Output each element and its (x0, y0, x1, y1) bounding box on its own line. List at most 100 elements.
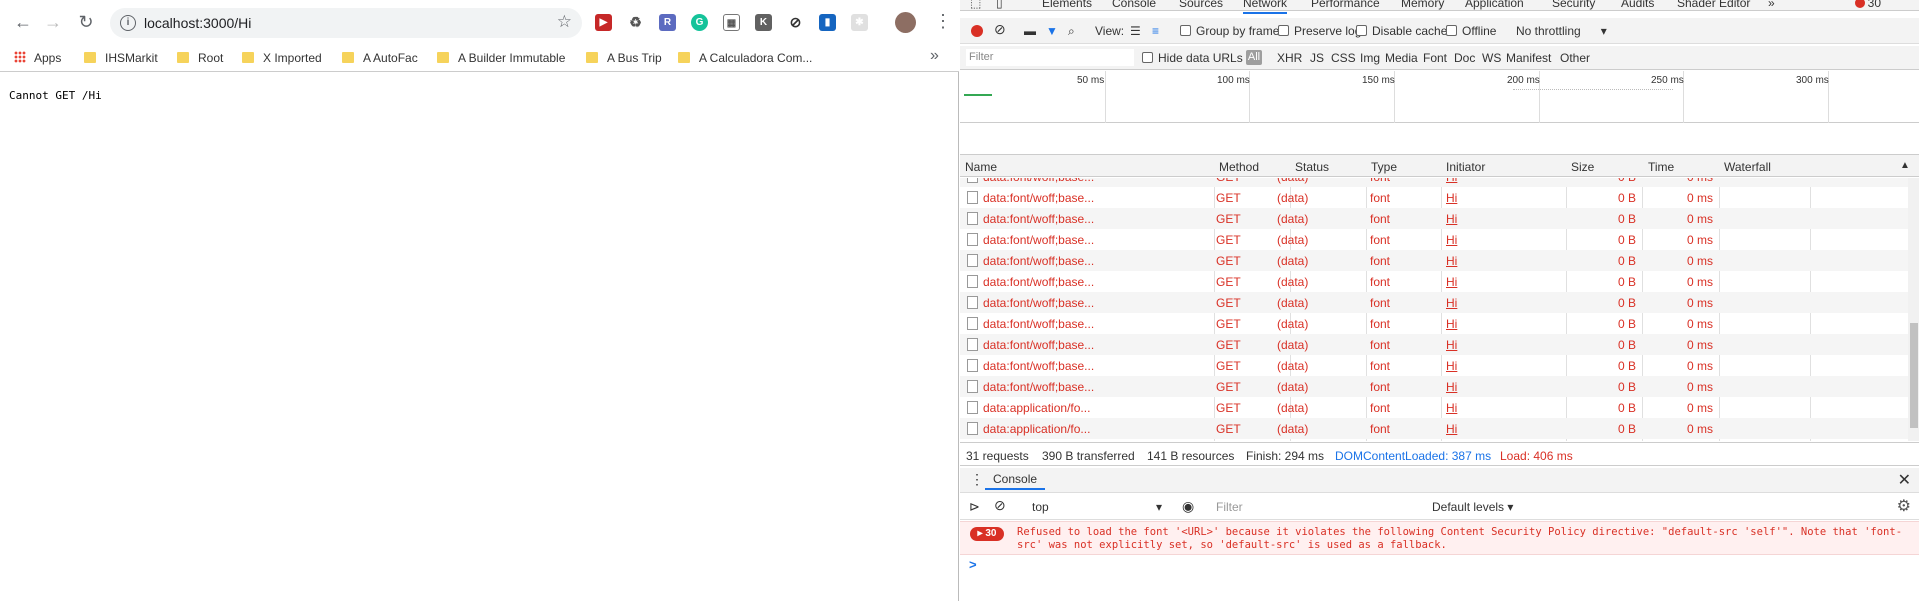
tab-memory[interactable]: Memory (1401, 0, 1444, 10)
eye-icon[interactable]: ◉ (1182, 498, 1194, 515)
reload-icon[interactable]: ↻ (76, 12, 96, 32)
record-icon[interactable] (971, 25, 983, 37)
filter-type-xhr[interactable]: XHR (1277, 51, 1302, 65)
table-row[interactable]: data:font/woff;base... GET (data) font Hi 0 B… (960, 187, 1908, 208)
network-overview[interactable]: 50 ms 100 ms 150 ms 200 ms 250 ms 300 ms (960, 71, 1919, 123)
row-initiator[interactable]: Hi (1446, 233, 1457, 247)
back-icon[interactable]: ← (13, 12, 33, 32)
extension-book-icon[interactable]: ▮ (819, 14, 836, 31)
clear-icon[interactable]: ⊘ (994, 21, 1006, 38)
row-initiator[interactable]: Hi (1446, 338, 1457, 352)
more-tabs-icon[interactable]: » (1768, 0, 1775, 10)
overview-icon[interactable]: ≡ (1152, 24, 1159, 38)
sidebar-toggle-icon[interactable]: ⊳ (969, 499, 980, 515)
bookmark-apps[interactable]: Apps (14, 49, 61, 67)
tab-application[interactable]: Application (1465, 0, 1524, 10)
filter-type-doc[interactable]: Doc (1454, 51, 1475, 65)
filter-type-other[interactable]: Other (1560, 51, 1590, 65)
tab-console[interactable]: Console (1112, 0, 1156, 10)
camera-icon[interactable]: ▬ (1024, 24, 1036, 38)
url-text[interactable]: localhost:3000/Hi (144, 15, 251, 31)
hide-data-urls-checkbox[interactable]: Hide data URLs (1142, 51, 1243, 65)
row-initiator[interactable]: Hi (1446, 191, 1457, 205)
preserve-log-checkbox[interactable]: Preserve log (1278, 24, 1361, 38)
tab-sources[interactable]: Sources (1179, 0, 1223, 10)
bookmark-bus-trip[interactable]: A Bus Trip (586, 49, 662, 67)
table-row[interactable]: data:application/fo... GET (data) font Hi 0 B… (960, 397, 1908, 418)
filter-type-js[interactable]: JS (1310, 51, 1324, 65)
device-toolbar-icon[interactable]: ▯ (996, 0, 1003, 10)
requests-scrollbar[interactable] (1908, 178, 1919, 441)
bookmark-ihsmarkit[interactable]: IHSMarkit (84, 49, 158, 67)
sort-ascending-icon[interactable]: ▲ (1900, 160, 1910, 171)
drawer-tab-console[interactable]: Console (985, 472, 1046, 490)
extension-recycle-icon[interactable]: ♻ (627, 14, 644, 31)
column-time[interactable]: Time (1648, 160, 1674, 174)
bookmark-builder-immutable[interactable]: A Builder Immutable (437, 49, 565, 67)
context-select[interactable]: top ▾ (1032, 500, 1162, 514)
row-initiator[interactable]: Hi (1446, 359, 1457, 373)
row-initiator[interactable]: Hi (1446, 254, 1457, 268)
address-bar[interactable]: i localhost:3000/Hi ☆ (110, 8, 582, 38)
tab-performance[interactable]: Performance (1311, 0, 1380, 10)
table-row[interactable]: data:font/woff;base... GET (data) font Hi 0 B… (960, 178, 1908, 187)
console-error-message[interactable]: ▸ 30 Refused to load the font '<URL>' be… (960, 521, 1919, 555)
filter-type-all[interactable]: All (1246, 50, 1262, 65)
row-initiator[interactable]: Hi (1446, 422, 1457, 436)
disable-cache-checkbox[interactable]: Disable cache (1356, 24, 1447, 38)
filter-type-css[interactable]: CSS (1331, 51, 1356, 65)
filter-type-img[interactable]: Img (1360, 51, 1380, 65)
bookmark-autofac[interactable]: A AutoFac (342, 49, 418, 67)
console-filter-input[interactable]: Filter (1212, 499, 1432, 516)
profile-avatar[interactable] (895, 12, 916, 33)
table-row[interactable]: data:font/woff;base... GET (data) font Hi 0 B… (960, 334, 1908, 355)
info-icon[interactable]: i (120, 15, 136, 31)
table-row[interactable]: data:font/woff;base... GET (data) font Hi 0 B… (960, 376, 1908, 397)
extension-block-icon[interactable]: ⊘ (787, 14, 804, 31)
large-rows-icon[interactable]: ☰ (1130, 24, 1141, 38)
filter-funnel-icon[interactable]: ▼ (1046, 24, 1058, 38)
filter-type-ws[interactable]: WS (1482, 51, 1501, 65)
tab-elements[interactable]: Elements (1042, 0, 1092, 10)
extension-icon-red[interactable]: ▶ (595, 14, 612, 31)
extension-grey-icon[interactable]: ✱ (851, 14, 868, 31)
gear-icon[interactable]: ⚙ (1897, 496, 1911, 516)
error-counter[interactable]: 30 (1854, 0, 1881, 10)
table-row[interactable]: data:font/woff;base... GET (data) font Hi 0 B… (960, 355, 1908, 376)
column-method[interactable]: Method (1219, 160, 1259, 174)
log-levels-select[interactable]: Default levels ▾ (1432, 500, 1513, 514)
row-initiator[interactable]: Hi (1446, 317, 1457, 331)
bookmark-x-imported[interactable]: X Imported (242, 49, 322, 67)
scrollbar-thumb[interactable] (1910, 323, 1918, 428)
column-initiator[interactable]: Initiator (1446, 160, 1485, 174)
filter-type-media[interactable]: Media (1385, 51, 1418, 65)
close-icon[interactable]: ✕ (1898, 470, 1911, 490)
extension-hex-icon[interactable]: R (659, 14, 676, 31)
column-waterfall[interactable]: Waterfall (1724, 160, 1771, 174)
table-row[interactable]: data:font/woff;base... GET (data) font Hi 0 B… (960, 271, 1908, 292)
filter-type-font[interactable]: Font (1423, 51, 1447, 65)
row-initiator[interactable]: Hi (1446, 401, 1457, 415)
bookmark-root[interactable]: Root (177, 49, 223, 67)
extension-grid-icon[interactable]: ▦ (723, 14, 740, 31)
requests-table-body[interactable]: data:font/woff;base... GET (data) font Hi 0 B… (960, 178, 1908, 441)
table-row[interactable]: data:application/fo... GET (data) font Hi 0 B… (960, 418, 1908, 439)
column-type[interactable]: Type (1371, 160, 1397, 174)
inspect-icon[interactable]: ⬚ (970, 0, 981, 10)
throttling-select[interactable]: No throttling ▾ (1516, 24, 1607, 38)
group-by-frame-checkbox[interactable]: Group by frame (1180, 24, 1279, 38)
column-status[interactable]: Status (1295, 160, 1329, 174)
column-size[interactable]: Size (1571, 160, 1594, 174)
row-initiator[interactable]: Hi (1446, 296, 1457, 310)
bookmark-star-icon[interactable]: ☆ (557, 12, 572, 32)
console-prompt[interactable]: > (969, 557, 977, 572)
extension-k-icon[interactable]: K (755, 14, 772, 31)
forward-icon[interactable]: → (43, 12, 63, 32)
tab-shader-editor[interactable]: Shader Editor (1677, 0, 1750, 10)
table-row[interactable]: data:font/woff;base... GET (data) font Hi 0 B… (960, 313, 1908, 334)
grammarly-icon[interactable]: G (691, 14, 708, 31)
filter-type-manifest[interactable]: Manifest (1506, 51, 1551, 65)
bookmark-calculadora[interactable]: A Calculadora Com... (678, 49, 812, 67)
column-name[interactable]: Name (965, 160, 997, 174)
row-initiator[interactable]: Hi (1446, 275, 1457, 289)
